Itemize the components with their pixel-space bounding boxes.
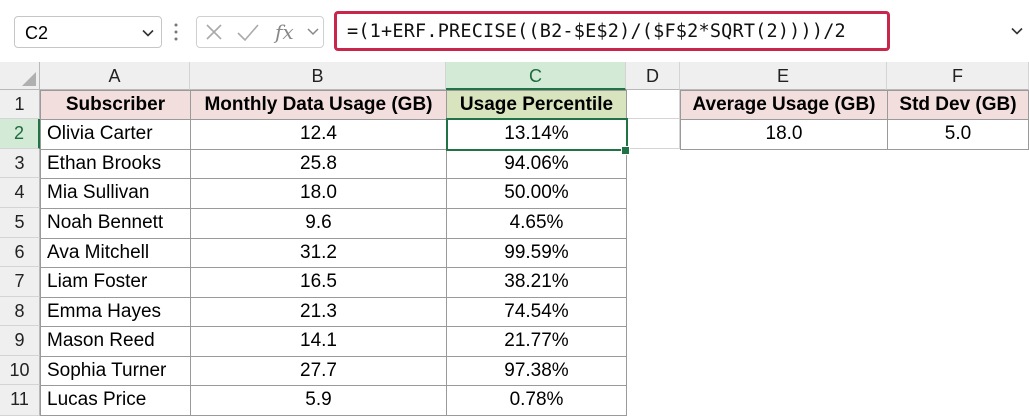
column-header-f[interactable]: F	[887, 62, 1029, 90]
table-cell-percentile[interactable]: 38.21%	[446, 267, 627, 298]
table-cell-subscriber[interactable]: Lucas Price	[40, 385, 191, 416]
header-monthly-usage[interactable]: Monthly Data Usage (GB)	[190, 90, 447, 120]
column-header-c[interactable]: C	[446, 62, 626, 90]
table-cell-subscriber[interactable]: Ethan Brooks	[40, 149, 191, 179]
chevron-down-icon[interactable]	[305, 17, 321, 47]
table-cell-subscriber[interactable]: Emma Hayes	[40, 297, 191, 327]
name-box[interactable]: C2	[14, 16, 162, 48]
column-header-e[interactable]: E	[680, 62, 887, 90]
row-header-9[interactable]: 9	[0, 326, 40, 356]
row-header-1[interactable]: 1	[0, 90, 40, 119]
table-cell-subscriber[interactable]: Sophia Turner	[40, 356, 191, 386]
row-header-7[interactable]: 7	[0, 267, 40, 297]
table-cell-percentile[interactable]: 13.14%	[446, 119, 627, 150]
cancel-icon[interactable]	[203, 17, 225, 47]
row-header-6[interactable]: 6	[0, 238, 40, 267]
table-cell-percentile[interactable]: 21.77%	[446, 326, 627, 357]
select-all-triangle-icon	[22, 72, 36, 86]
table-cell-usage[interactable]: 16.5	[190, 267, 447, 298]
cell-d2[interactable]	[626, 119, 680, 149]
table-cell-usage[interactable]: 5.9	[190, 385, 447, 416]
spreadsheet-grid: A B C D E F 1 2 3 4 5 6 7 8 9 10 11 Subs…	[0, 62, 1029, 416]
cell-d1[interactable]	[626, 90, 680, 119]
column-header-d[interactable]: D	[626, 62, 680, 90]
table-cell-usage[interactable]: 25.8	[190, 149, 447, 179]
table-cell-percentile[interactable]: 94.06%	[446, 149, 627, 179]
more-options-icon[interactable]	[174, 22, 178, 42]
header-usage-percentile[interactable]: Usage Percentile	[446, 90, 627, 120]
std-dev-value[interactable]: 5.0	[887, 119, 1029, 150]
table-cell-usage[interactable]: 9.6	[190, 208, 447, 239]
fill-handle[interactable]	[621, 146, 630, 155]
table-cell-usage[interactable]: 21.3	[190, 297, 447, 327]
table-cell-percentile[interactable]: 74.54%	[446, 297, 627, 327]
row-header-4[interactable]: 4	[0, 178, 40, 208]
table-cell-usage[interactable]: 12.4	[190, 119, 447, 150]
table-cell-subscriber[interactable]: Mia Sullivan	[40, 178, 191, 209]
table-cell-subscriber[interactable]: Noah Bennett	[40, 208, 191, 239]
table-cell-percentile[interactable]: 4.65%	[446, 208, 627, 239]
row-header-8[interactable]: 8	[0, 297, 40, 326]
formula-controls: fx	[196, 16, 324, 48]
table-cell-subscriber[interactable]: Liam Foster	[40, 267, 191, 298]
table-cell-subscriber[interactable]: Mason Reed	[40, 326, 191, 357]
column-header-a[interactable]: A	[40, 62, 190, 90]
table-cell-percentile[interactable]: 50.00%	[446, 178, 627, 209]
header-std-dev[interactable]: Std Dev (GB)	[887, 90, 1029, 120]
table-cell-usage[interactable]: 31.2	[190, 238, 447, 268]
row-header-11[interactable]: 11	[0, 385, 40, 416]
formula-text: =(1+ERF.PRECISE((B2-$E$2)/($F$2*SQRT(2))…	[347, 21, 846, 42]
table-cell-usage[interactable]: 18.0	[190, 178, 447, 209]
name-box-value: C2	[25, 23, 49, 43]
header-average-usage[interactable]: Average Usage (GB)	[680, 90, 888, 120]
formula-bar-area: C2 fx =(1+ERF.PRECISE((B2-$E$2)/($F$2*SQ…	[0, 0, 1029, 62]
header-subscriber[interactable]: Subscriber	[40, 90, 191, 120]
row-header-5[interactable]: 5	[0, 208, 40, 238]
formula-input[interactable]: =(1+ERF.PRECISE((B2-$E$2)/($F$2*SQRT(2))…	[334, 11, 890, 51]
table-cell-percentile[interactable]: 97.38%	[446, 356, 627, 386]
table-cell-subscriber[interactable]: Olivia Carter	[40, 119, 191, 150]
select-all-corner[interactable]	[0, 62, 40, 90]
table-cell-usage[interactable]: 14.1	[190, 326, 447, 357]
table-cell-percentile[interactable]: 99.59%	[446, 238, 627, 268]
average-usage-value[interactable]: 18.0	[680, 119, 888, 150]
table-cell-percentile[interactable]: 0.78%	[446, 385, 627, 416]
column-header-b[interactable]: B	[190, 62, 446, 90]
row-header-2[interactable]: 2	[0, 119, 40, 149]
row-header-3[interactable]: 3	[0, 149, 40, 178]
expand-formula-bar-icon[interactable]	[1010, 24, 1024, 38]
insert-function-icon[interactable]: fx	[275, 20, 294, 44]
chevron-down-icon[interactable]	[141, 26, 155, 40]
enter-check-icon[interactable]	[235, 17, 261, 47]
table-cell-subscriber[interactable]: Ava Mitchell	[40, 238, 191, 268]
table-cell-usage[interactable]: 27.7	[190, 356, 447, 386]
row-header-10[interactable]: 10	[0, 356, 40, 385]
